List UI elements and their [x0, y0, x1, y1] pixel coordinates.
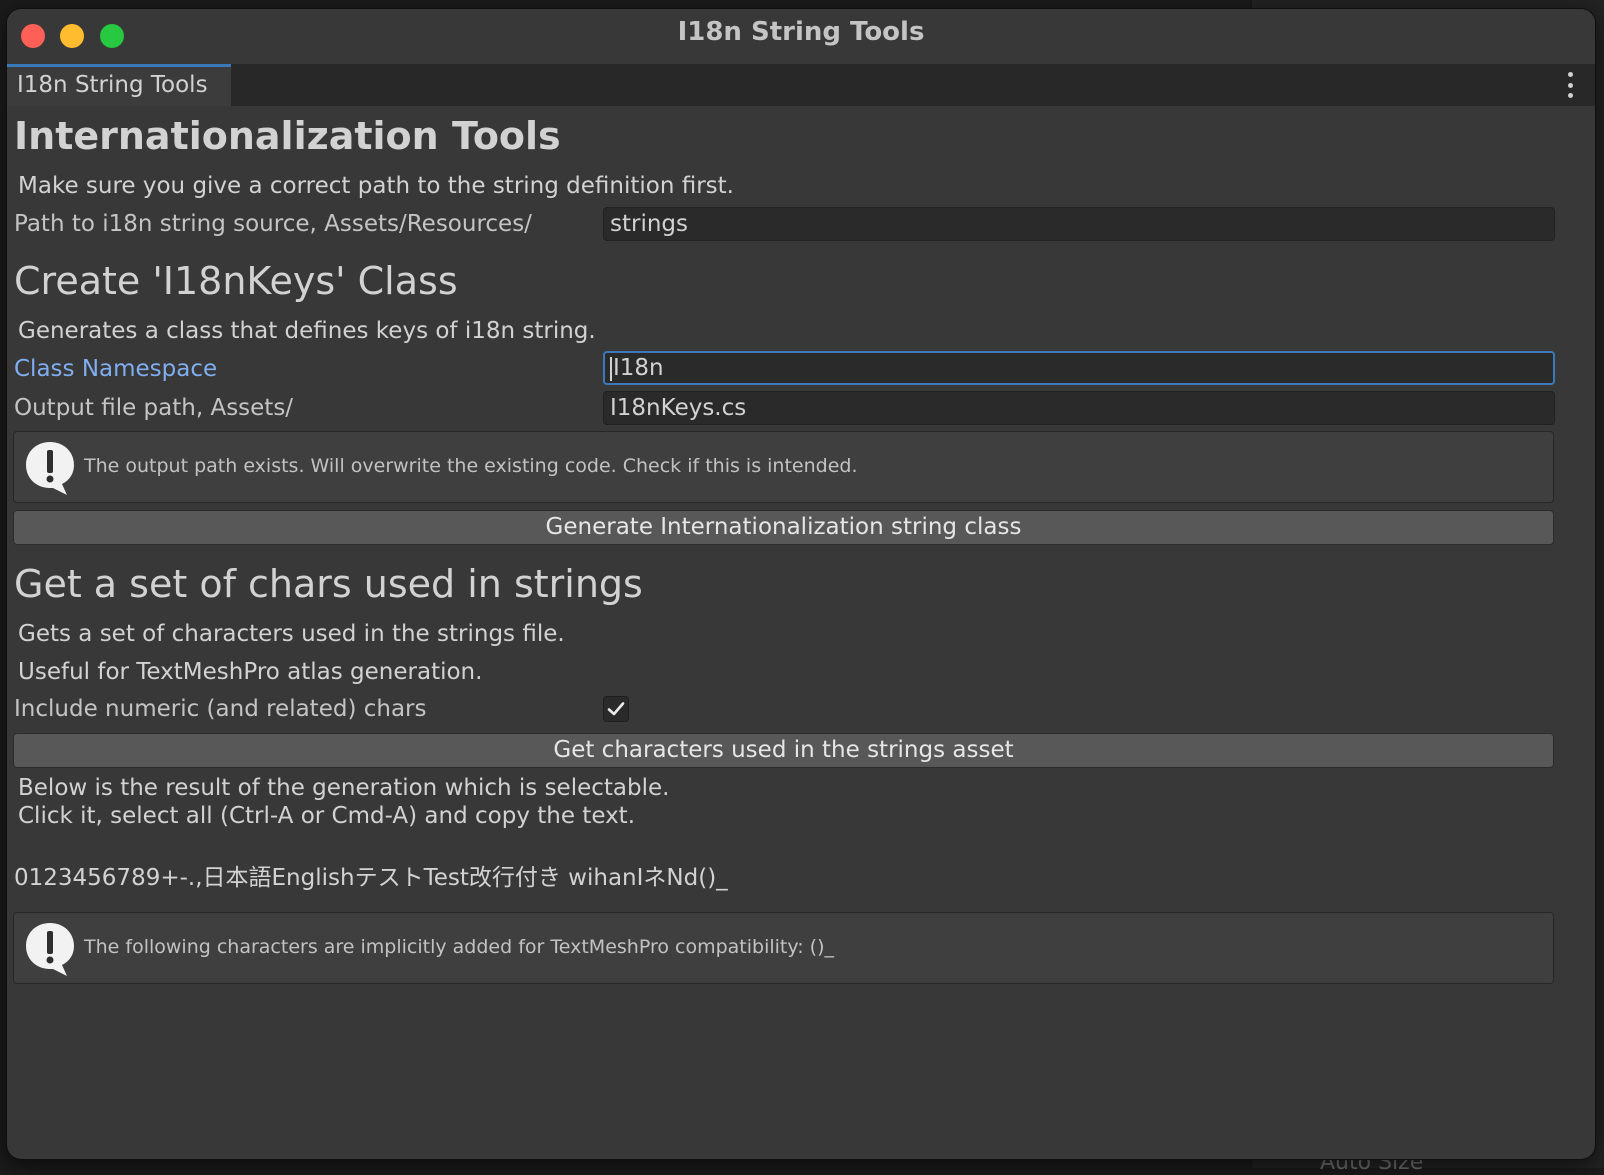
tool-content: Internationalization Tools Make sure you… — [7, 106, 1595, 1159]
include-numeric-label: Include numeric (and related) chars — [14, 696, 427, 722]
output-path-label: Output file path, Assets/ — [14, 395, 294, 421]
main-heading: Internationalization Tools — [14, 114, 561, 158]
generate-class-button[interactable]: Generate Internationalization string cla… — [13, 510, 1554, 545]
chars-section-heading: Get a set of chars used in strings — [14, 562, 643, 606]
create-class-description: Generates a class that defines keys of i… — [18, 318, 596, 344]
checkmark-icon — [607, 702, 625, 716]
compatibility-info-box: The following characters are implicitly … — [13, 912, 1554, 984]
tab-bar: I18n String Tools — [7, 64, 1595, 106]
intro-text: Make sure you give a correct path to the… — [18, 173, 734, 199]
chars-description-2: Useful for TextMeshPro atlas generation. — [18, 659, 483, 685]
namespace-field[interactable]: I18n — [603, 351, 1555, 385]
namespace-value: I18n — [613, 355, 664, 381]
compatibility-info-text: The following characters are implicitly … — [84, 936, 834, 958]
source-path-label: Path to i18n string source, Assets/Resou… — [14, 211, 532, 237]
chars-description-1: Gets a set of characters used in the str… — [18, 621, 565, 647]
i18n-tools-window: I18n String Tools I18n String Tools Inte… — [7, 9, 1595, 1159]
result-note-line-1: Below is the result of the generation wh… — [18, 775, 670, 801]
tab-i18n-string-tools[interactable]: I18n String Tools — [7, 64, 231, 106]
create-class-heading: Create 'I18nKeys' Class — [14, 259, 458, 303]
output-path-field[interactable]: I18nKeys.cs — [603, 391, 1555, 425]
more-vertical-icon[interactable] — [1565, 72, 1575, 98]
window-title: I18n String Tools — [677, 17, 925, 47]
get-characters-button[interactable]: Get characters used in the strings asset — [13, 733, 1554, 768]
overwrite-warning-box: The output path exists. Will overwrite t… — [13, 431, 1554, 503]
text-caret — [610, 356, 612, 381]
result-note-line-2: Click it, select all (Ctrl-A or Cmd-A) a… — [18, 803, 636, 829]
info-bubble-icon — [26, 923, 74, 976]
result-characters-text[interactable]: 0123456789+-.,日本語EnglishテストTest改行付き wiha… — [14, 858, 728, 892]
include-numeric-checkbox[interactable] — [603, 696, 629, 722]
warning-bubble-icon — [26, 442, 74, 495]
overwrite-warning-text: The output path exists. Will overwrite t… — [84, 455, 858, 477]
source-path-field[interactable]: strings — [603, 207, 1555, 241]
namespace-label: Class Namespace — [14, 356, 218, 382]
title-bar[interactable]: I18n String Tools — [7, 9, 1595, 64]
